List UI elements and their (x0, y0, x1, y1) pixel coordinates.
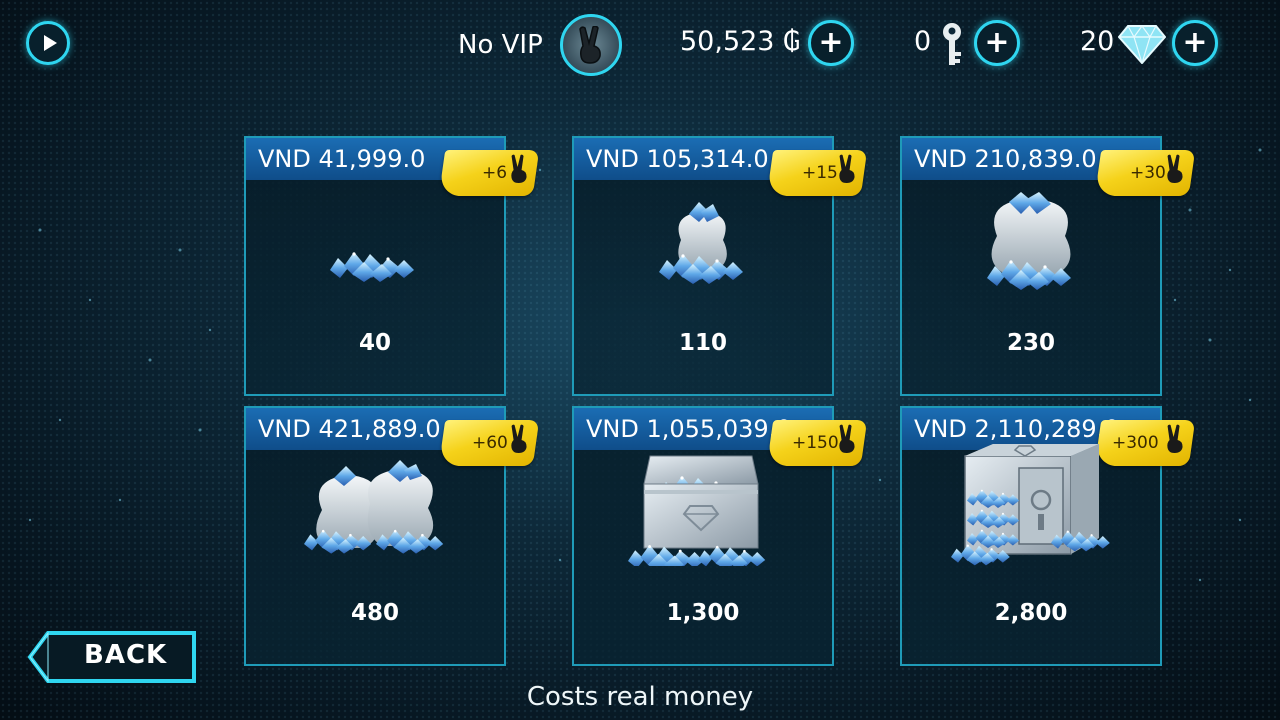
add-gems-button[interactable]: + (1172, 20, 1218, 66)
gem-case-art (628, 455, 766, 566)
gem-bag-large-art (987, 192, 1071, 290)
bonus-value: +300 (1112, 433, 1159, 453)
offer-amount: 1,300 (666, 600, 740, 626)
add-keys-button[interactable]: + (974, 20, 1020, 66)
back-button-label[interactable]: BACK (84, 640, 167, 670)
bonus-value: +15 (802, 163, 838, 183)
offer-card-2[interactable]: VND 105,314.0 +15 110 (572, 136, 868, 396)
offer-card-3[interactable]: VND 210,839.0 +30 230 (900, 136, 1196, 396)
peace-hand-icon (511, 424, 527, 453)
vip-status-label: No VIP (458, 30, 543, 60)
bonus-tag: +60 (438, 420, 540, 466)
peace-hand-icon (1167, 424, 1183, 453)
bonus-value: +6 (482, 163, 508, 183)
bonus-tag: +15 (766, 150, 868, 196)
bonus-tag: +6 (438, 150, 540, 196)
plus-icon: + (984, 25, 1010, 60)
offer-amount: 230 (1006, 330, 1055, 356)
gem-pile-small-art (330, 252, 414, 282)
offer-card-5[interactable]: VND 1,055,039.0 +150 1,300 (572, 406, 868, 666)
bonus-tag: +150 (766, 420, 868, 466)
peace-hand-icon (839, 424, 855, 453)
bonus-tag: +30 (1094, 150, 1196, 196)
gem-bag-small-art (659, 202, 743, 284)
peace-hand-icon (839, 154, 855, 183)
offer-amount: 40 (358, 330, 391, 356)
vip-peace-badge-icon[interactable] (560, 14, 622, 76)
bonus-value: +150 (792, 433, 839, 453)
offer-amount: 480 (350, 600, 399, 626)
offer-amount: 110 (678, 330, 727, 356)
peace-hand-icon (511, 154, 527, 183)
bonus-value: +60 (472, 433, 508, 453)
plus-icon: + (818, 25, 844, 60)
plus-icon: + (1182, 25, 1208, 60)
gem-safe-art (951, 444, 1110, 566)
gem-two-bags-art (304, 460, 444, 554)
offer-card-6[interactable]: VND 2,110,289.0 +300 2,800 (900, 406, 1196, 666)
add-coins-button[interactable]: + (808, 20, 854, 66)
key-icon (943, 23, 961, 65)
gem-icon (1118, 24, 1166, 64)
play-icon (43, 35, 57, 51)
gem-balance: 20 (1080, 26, 1115, 57)
coin-balance: 50,523 ₲ (680, 26, 801, 57)
key-balance: 0 (914, 26, 932, 57)
play-button[interactable] (26, 21, 70, 65)
peace-hand-icon (1167, 154, 1183, 183)
costs-real-money-note: Costs real money (526, 682, 754, 712)
offer-card-4[interactable]: VND 421,889.0 +60 480 (244, 406, 540, 666)
offer-card-1[interactable]: VND 41,999.0 +6 40 (244, 136, 540, 396)
offer-amount: 2,800 (994, 600, 1068, 626)
bonus-value: +30 (1130, 163, 1166, 183)
